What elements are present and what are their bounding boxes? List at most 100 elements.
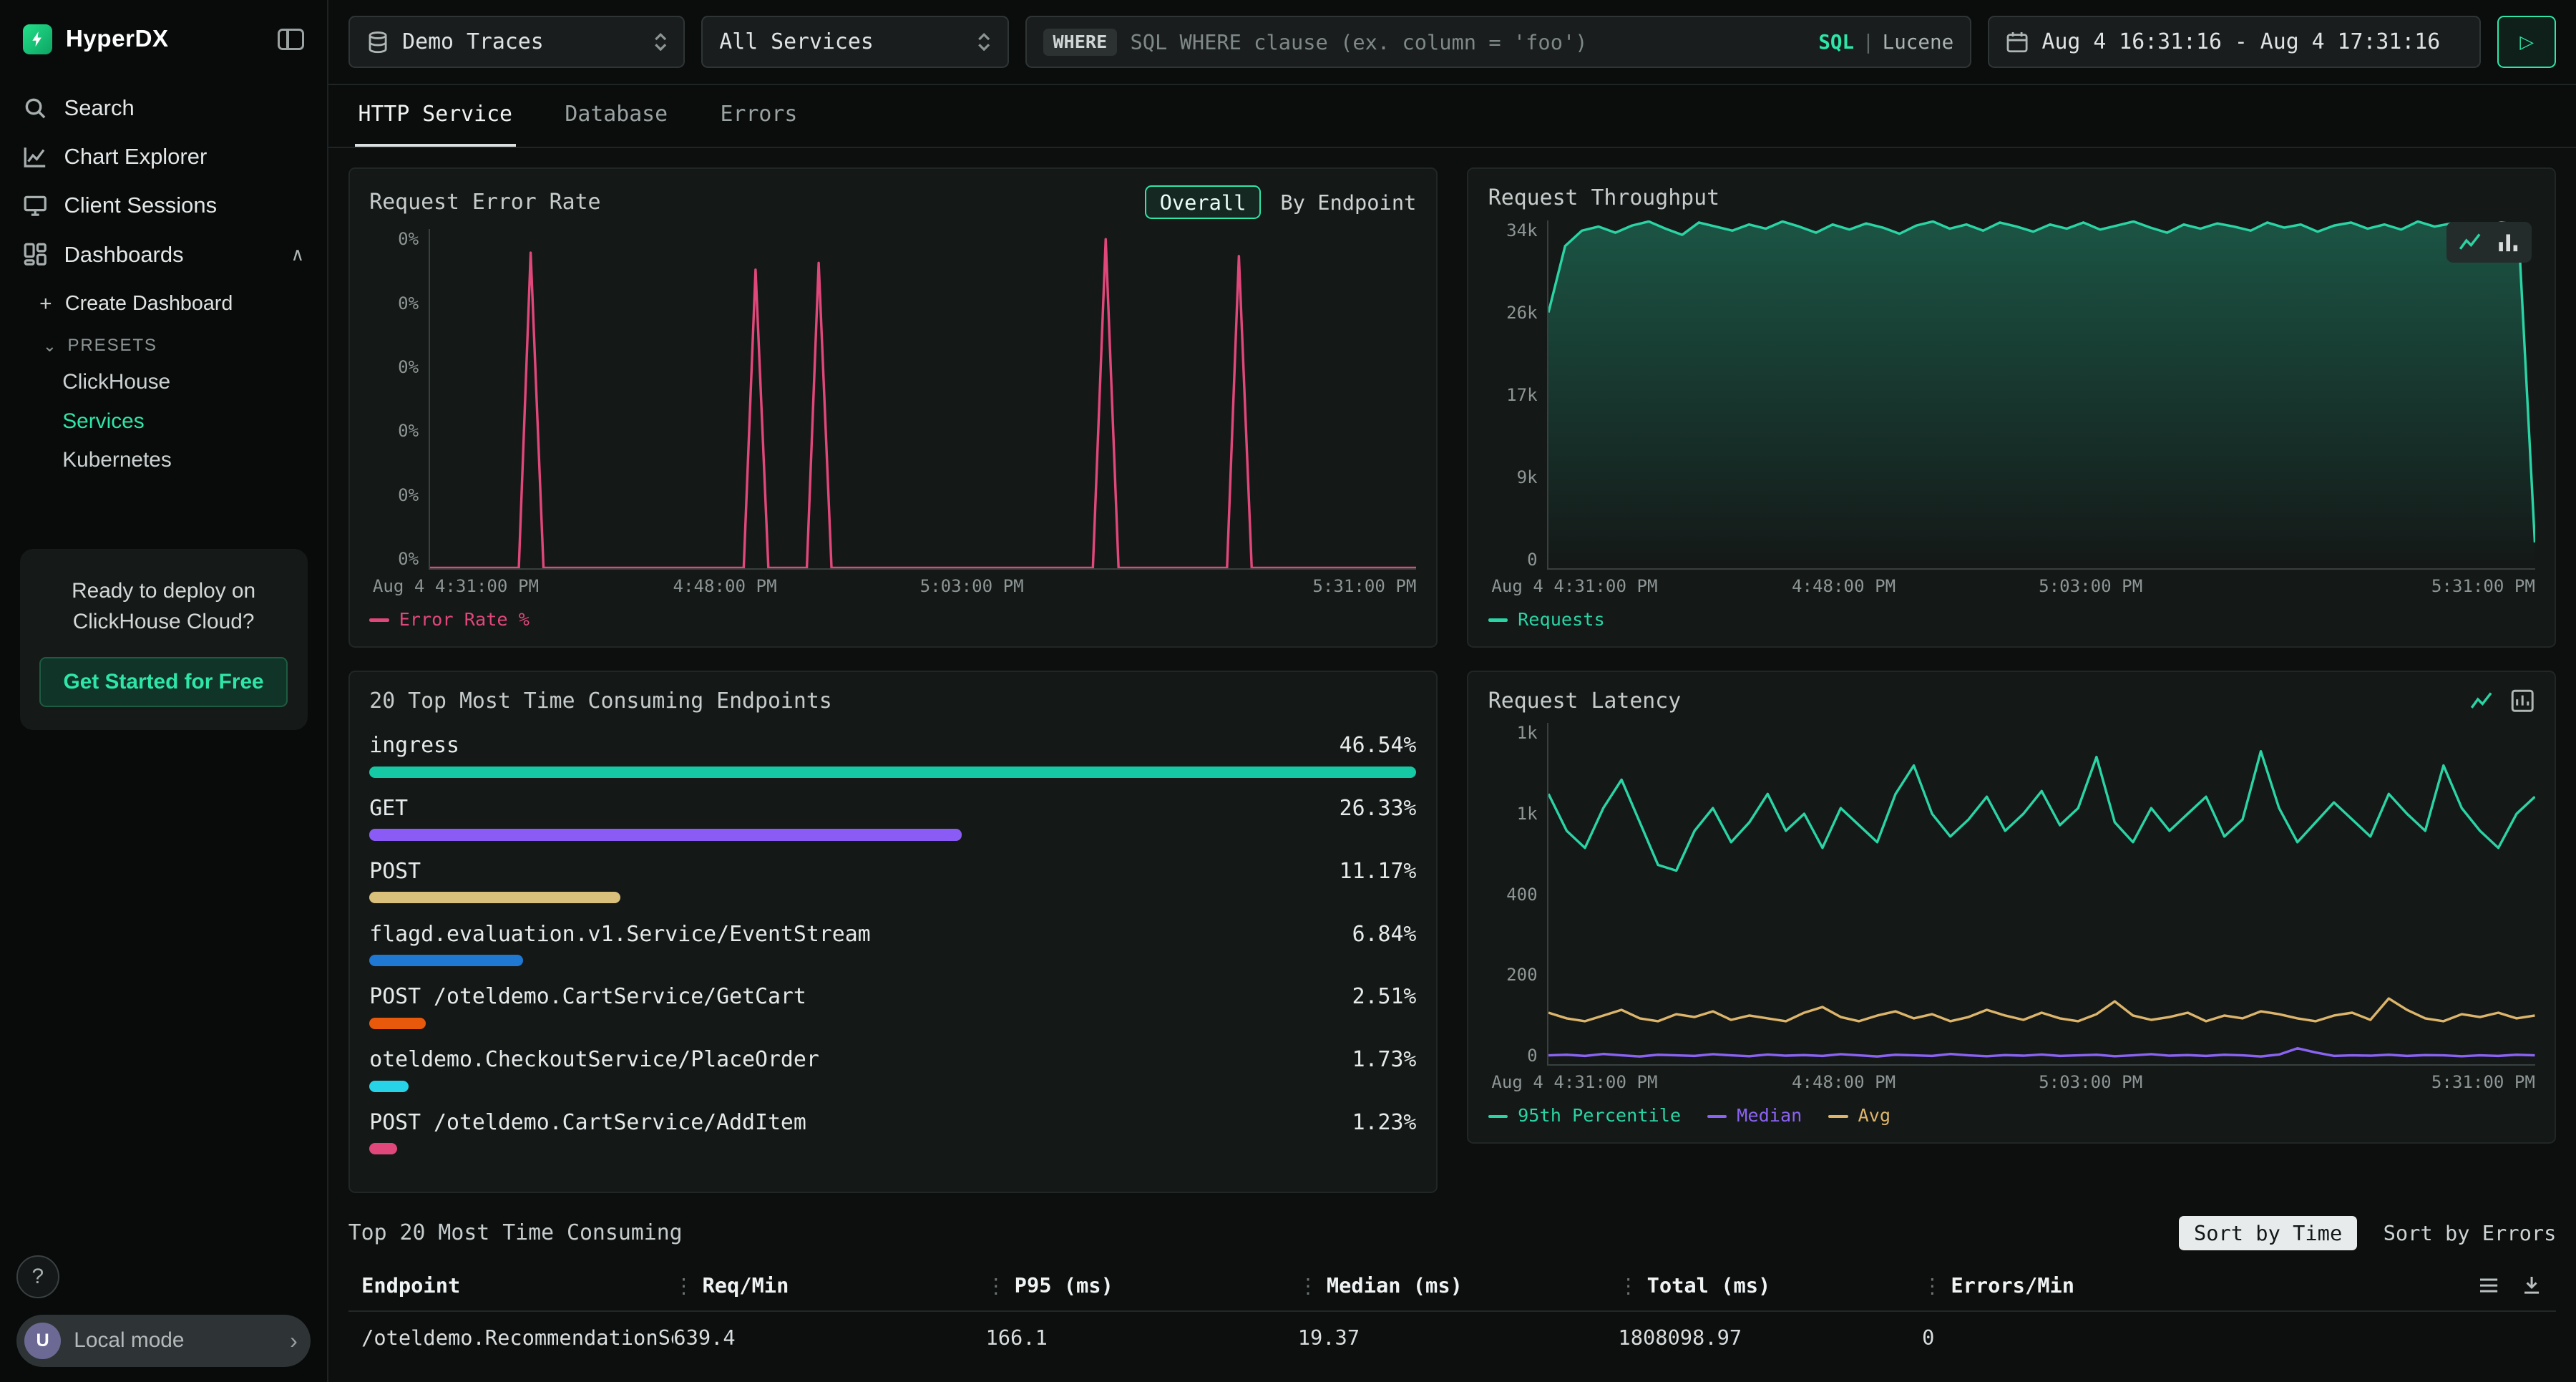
run-query-button[interactable]: ▷ [2497,16,2557,68]
sidebar-item-search[interactable]: Search [0,84,327,132]
endpoint-item[interactable]: GET 26.33% [369,796,1416,841]
line-chart-icon[interactable] [2469,688,2494,713]
x-tick: 4:48:00 PM [673,576,777,596]
bar-chart-icon[interactable] [2496,230,2520,254]
dashboards-icon [23,242,47,266]
tab-errors[interactable]: Errors [717,85,801,146]
where-clause-input[interactable]: WHERE SQL WHERE clause (ex. column = 'fo… [1025,16,1972,68]
y-tick: 400 [1506,885,1538,905]
sidebar-item-dashboards[interactable]: Dashboards ∧ [0,230,327,278]
legend: Error Rate % [369,609,1416,630]
presets-section-toggle[interactable]: ⌄ PRESETS [0,326,327,363]
sort-by-errors-button[interactable]: Sort by Errors [2384,1221,2557,1245]
table-cell: 19.37 [1298,1325,1619,1350]
x-tick: 5:31:00 PM [2431,1072,2535,1092]
endpoint-item[interactable]: oteldemo.CheckoutService/PlaceOrder1.73% [369,1047,1416,1092]
x-axis: Aug 4 4:31:00 PM4:48:00 PM5:03:00 PM5:31… [429,576,1416,600]
endpoint-percent: 11.17% [1340,859,1417,884]
endpoint-bar [369,1143,397,1154]
sidebar: HyperDX Search Chart Explorer Client Ses… [0,0,328,1382]
column-header[interactable]: ⋮P95 (ms) [986,1273,1298,1298]
request-throughput-card: Request Throughput 34k2 [1467,167,2556,647]
y-tick: 0% [398,485,419,505]
endpoint-label: GET [369,796,408,821]
date-range-picker[interactable]: Aug 4 16:31:16 - Aug 4 17:31:16 [1988,16,2481,68]
endpoint-label: ingress [369,733,459,758]
search-placeholder: SQL WHERE clause (ex. column = 'foo') [1130,30,1805,54]
column-header[interactable]: ⋮Total (ms) [1618,1273,1922,1298]
y-tick: 34k [1506,220,1538,240]
sql-mode-button[interactable]: SQL [1818,31,1854,54]
sidebar-item-client-sessions[interactable]: Client Sessions [0,181,327,230]
legend-item[interactable]: Median [1707,1105,1802,1126]
endpoint-item[interactable]: POST /oteldemo.CartService/AddItem 1.23% [369,1110,1416,1155]
select-chevrons-icon [977,33,990,51]
table-cell: 0 [1922,1325,2543,1350]
rows-icon[interactable] [2477,1274,2500,1297]
chevron-up-icon[interactable]: ∧ [291,244,304,266]
endpoint-bar [369,892,620,903]
drag-handle-icon: ⋮ [673,1273,694,1298]
legend-item[interactable]: Avg [1828,1105,1890,1126]
table-cell: 1808098.97 [1618,1325,1922,1350]
service-select[interactable]: All Services [701,16,1008,68]
app-window: HyperDX Search Chart Explorer Client Ses… [0,0,2576,1382]
create-dashboard-button[interactable]: + Create Dashboard [0,279,327,326]
chevron-right-icon: › [290,1328,298,1354]
legend-item[interactable]: Error Rate % [369,609,530,630]
get-started-button[interactable]: Get Started for Free [39,657,288,707]
user-menu[interactable]: U Local mode › [16,1315,311,1367]
legend: Requests [1488,609,2535,630]
collapse-sidebar-icon[interactable] [278,29,304,50]
endpoint-percent: 26.33% [1340,796,1417,821]
lucene-mode-button[interactable]: Lucene [1883,31,1954,54]
clickhouse-cloud-promo: Ready to deploy on ClickHouse Cloud? Get… [20,549,308,730]
sidebar-item-services[interactable]: Services [0,402,327,441]
endpoint-item[interactable]: flagd.evaluation.v1.Service/EventStream6… [369,922,1416,967]
monitor-icon [23,193,47,218]
endpoint-percent: 2.51% [1352,984,1417,1009]
y-tick: 26k [1506,303,1538,323]
sidebar-item-chart-explorer[interactable]: Chart Explorer [0,132,327,181]
column-header[interactable]: ⋮Errors/Min [1922,1273,2477,1298]
y-tick: 17k [1506,385,1538,405]
database-icon [366,31,389,54]
table-header-icons [2477,1274,2543,1297]
overall-toggle-button[interactable]: Overall [1145,185,1261,219]
by-endpoint-toggle-button[interactable]: By Endpoint [1280,190,1416,215]
sort-by-time-button[interactable]: Sort by Time [2179,1216,2357,1250]
endpoint-percent: 1.23% [1352,1110,1417,1135]
source-select[interactable]: Demo Traces [348,16,686,68]
plot-area[interactable] [1547,723,2534,1065]
sidebar-item-label: Chart Explorer [64,144,208,170]
plot-area[interactable] [1547,220,2534,570]
endpoint-item[interactable]: POST /oteldemo.CartService/GetCart2.51% [369,984,1416,1029]
plot-area[interactable] [429,229,1416,569]
endpoint-label: POST /oteldemo.CartService/AddItem [369,1110,806,1135]
column-header[interactable]: ⋮Req/Min [673,1273,985,1298]
sidebar-item-kubernetes[interactable]: Kubernetes [0,441,327,480]
error-rate-chart: 0%0%0%0%0%0% Aug 4 4:31:00 PM4:48:00 PM5… [369,229,1416,630]
tab-http-service[interactable]: HTTP Service [355,85,516,146]
endpoint-bar [369,767,1416,778]
line-chart-icon[interactable] [2458,230,2482,254]
legend-item[interactable]: Requests [1488,609,1605,630]
endpoint-item[interactable]: POST11.17% [369,859,1416,904]
column-header[interactable]: Endpoint [361,1273,673,1298]
sidebar-item-clickhouse[interactable]: ClickHouse [0,363,327,402]
download-icon[interactable] [2520,1274,2543,1297]
column-header[interactable]: ⋮Median (ms) [1298,1273,1619,1298]
sidebar-item-label: Dashboards [64,242,184,268]
section-title: Top 20 Most Time Consuming [348,1220,683,1245]
request-error-rate-card: Request Error Rate Overall By Endpoint 0… [348,167,1438,647]
x-tick: 5:03:00 PM [920,576,1024,596]
tab-database[interactable]: Database [562,85,671,146]
x-axis: Aug 4 4:31:00 PM4:48:00 PM5:03:00 PM5:31… [1547,1072,2534,1096]
histogram-icon[interactable] [2510,688,2534,713]
table-row[interactable]: /oteldemo.RecommendationServ639.4166.119… [348,1310,2557,1362]
main-area: Demo Traces All Services WHERE SQL WHERE… [328,0,2576,1382]
where-badge: WHERE [1043,29,1118,56]
help-button[interactable]: ? [16,1255,59,1298]
legend-item[interactable]: 95th Percentile [1488,1105,1681,1126]
endpoint-item[interactable]: ingress46.54% [369,733,1416,778]
